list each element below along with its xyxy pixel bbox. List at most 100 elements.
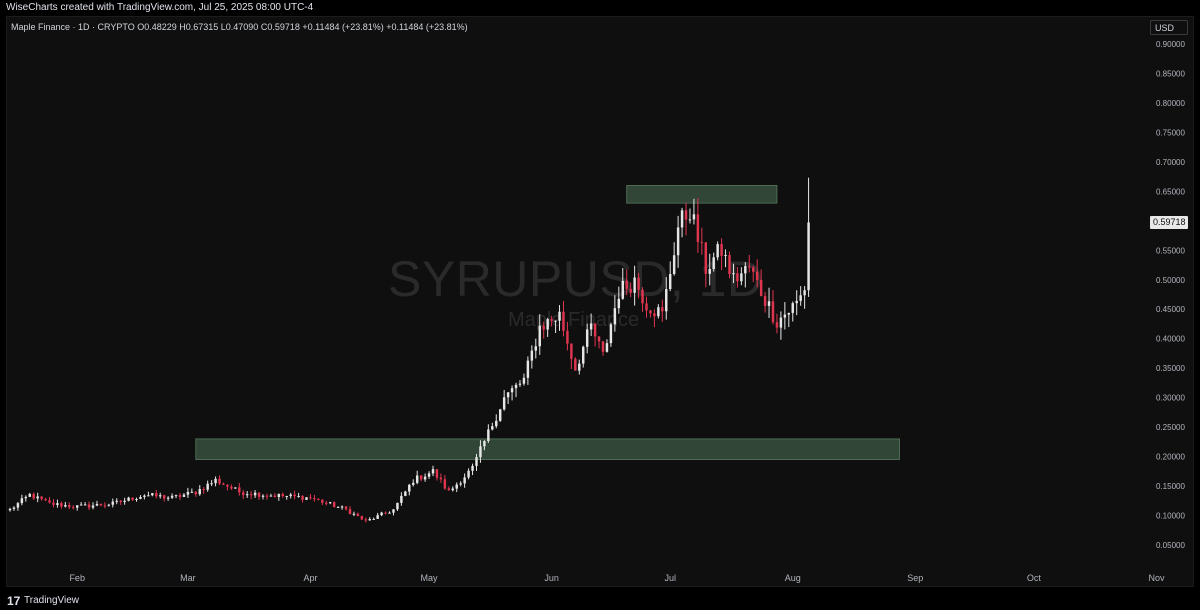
candle-body [297, 495, 300, 497]
candle-body [162, 495, 166, 499]
candle-body [321, 499, 324, 503]
tradingview-brand[interactable]: TradingView [24, 595, 79, 606]
candle-body [261, 495, 265, 497]
y-tick-label: 0.50000 [1156, 276, 1185, 285]
candle-body [613, 308, 617, 325]
candle-body [234, 487, 237, 489]
candle-body [752, 267, 755, 272]
candle-body [625, 280, 628, 289]
candle-body [443, 479, 447, 489]
candle-body [767, 301, 771, 306]
candle-body [451, 488, 454, 491]
candle-body [684, 210, 688, 220]
candle-body [151, 493, 154, 496]
candle-body [637, 277, 640, 290]
candle-body [680, 210, 684, 228]
x-tick-label: Oct [1027, 573, 1042, 583]
candle-body [665, 289, 668, 312]
candle-body [68, 505, 71, 508]
candle-body [107, 504, 111, 506]
support-zone [195, 438, 900, 460]
candle-body [479, 446, 482, 458]
candle-body [178, 495, 182, 497]
candle-body [20, 498, 24, 504]
x-tick-label: Nov [1148, 573, 1165, 583]
candle-body [708, 269, 711, 274]
candle-body [771, 301, 775, 323]
candle-body [803, 290, 806, 296]
x-tick-label: Feb [69, 573, 85, 583]
candle-body [352, 513, 356, 515]
candle-body [143, 495, 146, 498]
candle-body [435, 469, 439, 478]
candle-body [127, 497, 130, 501]
candle-body [601, 341, 605, 352]
symbol-legend: Maple Finance · 1D · CRYPTO O0.48229 H0.… [11, 22, 468, 32]
tradingview-logo-icon[interactable]: 17 [7, 594, 20, 608]
candle-body [60, 503, 63, 507]
y-tick-label: 0.45000 [1156, 305, 1185, 314]
candle-body [388, 512, 391, 514]
candle-body [313, 498, 316, 500]
candle-body [692, 214, 696, 220]
candle-body [447, 488, 451, 491]
candle-body [502, 397, 506, 410]
candle-body [415, 475, 419, 483]
y-tick-label: 0.35000 [1156, 364, 1185, 373]
candle-body [210, 483, 213, 485]
candle-body [412, 482, 415, 485]
candle-body [704, 242, 708, 274]
candle-body [427, 473, 431, 477]
candle-body [510, 388, 514, 393]
candle-body [400, 495, 403, 503]
candle-body [574, 358, 577, 371]
y-tick-label: 0.20000 [1156, 453, 1185, 462]
candle-body [190, 491, 194, 493]
currency-selector[interactable]: USD [1150, 20, 1188, 35]
candle-body [131, 497, 134, 500]
candle-body [348, 509, 352, 515]
candle-body [657, 307, 660, 317]
candle-body [700, 241, 704, 243]
candle-body [301, 495, 304, 500]
candle-body [305, 497, 308, 500]
candle-body [72, 507, 75, 509]
y-tick-label: 0.30000 [1156, 394, 1185, 403]
candle-body [214, 478, 217, 484]
y-tick-label: 0.10000 [1156, 512, 1185, 521]
candle-body [328, 502, 332, 504]
x-tick-label: Aug [785, 573, 801, 583]
candle-body [676, 227, 680, 256]
price-chart[interactable]: 0.90000 0.85000 0.80000 0.75000 0.70000 0.650… [0, 0, 1200, 610]
candle-body [12, 507, 16, 509]
candle-body [807, 222, 810, 291]
y-tick-label: 0.65000 [1156, 187, 1185, 196]
candle-body [222, 483, 225, 485]
candle-body [558, 311, 561, 321]
candle-body [546, 319, 549, 330]
candle-body [491, 426, 494, 430]
candle-body [506, 392, 510, 398]
candle-body [111, 501, 115, 505]
candle-body [64, 505, 67, 507]
candle-body [763, 296, 767, 306]
candle-body [380, 512, 383, 516]
candle-body [728, 255, 731, 275]
candle-body [257, 492, 261, 497]
candle-body [44, 499, 47, 501]
candle-body [455, 484, 458, 489]
candle-body [582, 346, 585, 364]
y-tick-label: 0.05000 [1156, 541, 1185, 550]
candle-body [159, 495, 162, 497]
candle-body [696, 214, 700, 242]
candle-body [621, 280, 624, 299]
candle-body [744, 266, 747, 274]
candle-body [79, 504, 83, 506]
candle-body [202, 489, 205, 491]
candle-body [91, 505, 95, 508]
candle-body [135, 498, 138, 500]
candle-body [372, 518, 375, 520]
y-tick-label: 0.80000 [1156, 99, 1185, 108]
candle-body [245, 494, 249, 496]
y-tick-label: 0.25000 [1156, 423, 1185, 432]
